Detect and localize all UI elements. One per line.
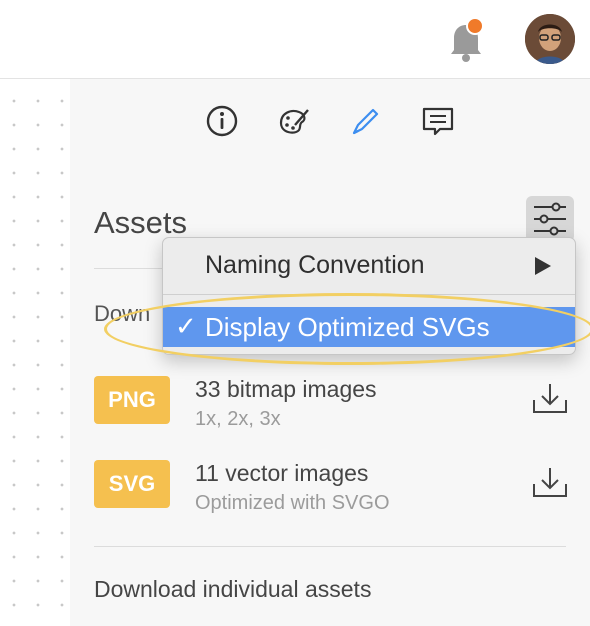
download-all-label: Down — [94, 301, 151, 326]
inspector-tabs — [70, 79, 590, 163]
top-bar — [0, 0, 590, 79]
checkmark-icon: ✓ — [175, 311, 197, 341]
menu-item-naming-convention[interactable]: Naming Convention — [163, 245, 575, 285]
asset-settings-button[interactable] — [526, 196, 574, 242]
tab-info[interactable] — [204, 103, 240, 139]
assets-heading: Assets — [94, 205, 188, 240]
menu-item-display-optimized-svgs[interactable]: ✓ Display Optimized SVGs — [163, 307, 575, 347]
asset-row-title: 11 vector images — [195, 460, 369, 486]
notification-badge — [466, 17, 484, 35]
avatar[interactable] — [525, 14, 575, 64]
menu-separator — [163, 294, 575, 295]
notifications-button[interactable] — [440, 14, 492, 66]
pen-icon — [352, 108, 379, 135]
tab-code[interactable] — [346, 103, 382, 139]
asset-row-svg: SVG 11 vector images Optimized with SVGO — [94, 454, 567, 524]
asset-row-png: PNG 33 bitmap images 1x, 2x, 3x — [94, 370, 567, 440]
avatar-image — [525, 14, 575, 64]
download-icon — [533, 468, 567, 497]
asset-row-subtitle: Optimized with SVGO — [195, 492, 390, 514]
submenu-arrow-icon — [535, 257, 551, 275]
download-svg-button[interactable] — [530, 464, 570, 502]
palette-icon — [279, 109, 309, 134]
divider — [94, 546, 566, 547]
asset-row-title: 33 bitmap images — [195, 376, 377, 402]
download-icon — [533, 384, 567, 413]
download-png-button[interactable] — [530, 380, 570, 418]
design-canvas[interactable] — [0, 79, 70, 626]
info-icon — [206, 105, 238, 137]
asset-row-subtitle: 1x, 2x, 3x — [195, 408, 281, 430]
bell-icon — [451, 17, 484, 62]
sliders-icon — [534, 202, 566, 236]
tab-style[interactable] — [275, 103, 311, 139]
menu-item-label: Naming Convention — [205, 251, 425, 279]
png-badge: PNG — [94, 376, 170, 424]
download-individual-label[interactable]: Download individual assets — [94, 576, 371, 603]
comment-icon — [422, 107, 454, 136]
asset-settings-menu: Naming Convention ✓ Display Optimized SV… — [162, 237, 576, 355]
tab-comments[interactable] — [420, 103, 456, 139]
menu-item-label: Display Optimized SVGs — [205, 312, 490, 342]
svg-badge: SVG — [94, 460, 170, 508]
